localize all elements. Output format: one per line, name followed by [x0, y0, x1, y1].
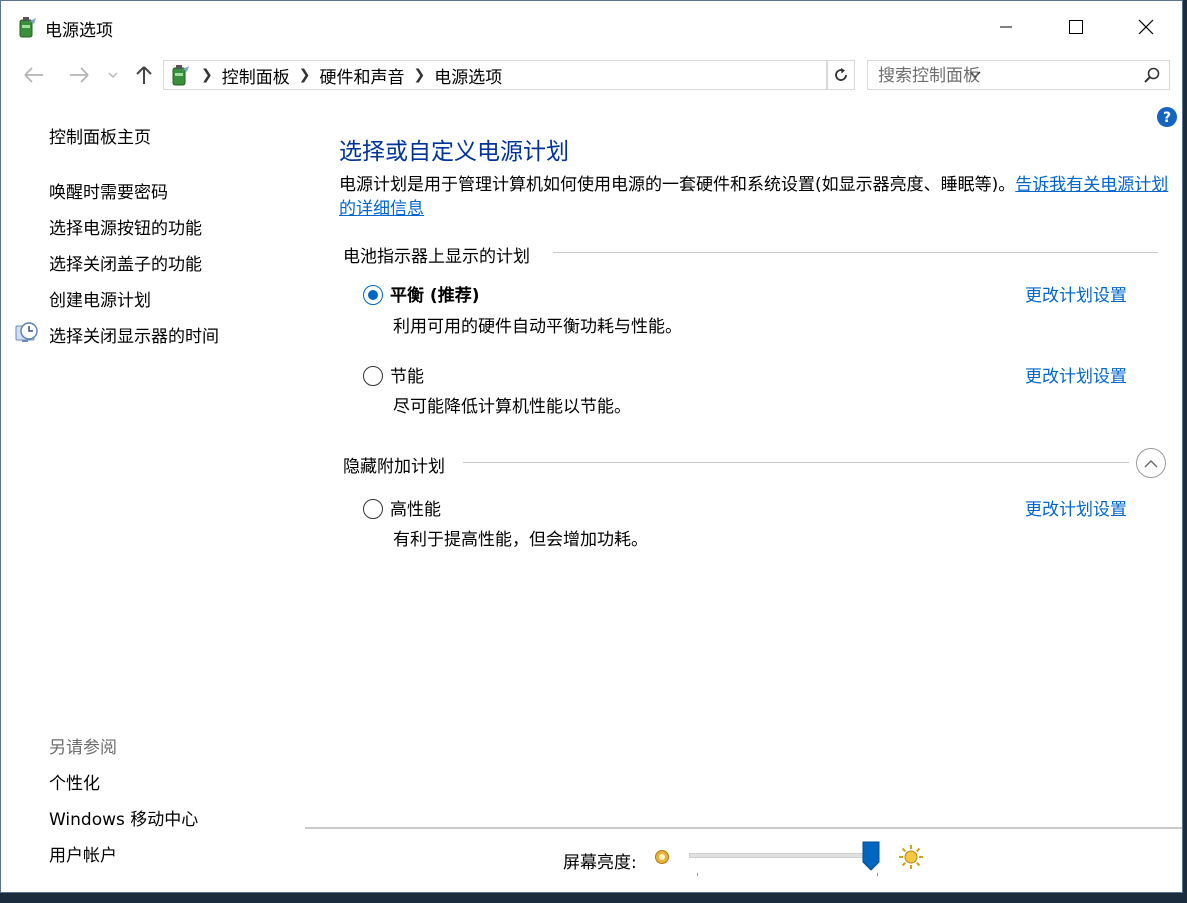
slider-tick: [877, 873, 878, 876]
plan-power-saver-radio[interactable]: [363, 366, 383, 386]
refresh-icon: [835, 68, 847, 81]
divider: [463, 462, 1129, 463]
control-panel-icon: [172, 65, 189, 86]
chevron-right-icon[interactable]: ❯: [299, 67, 311, 83]
brightness-slider-thumb[interactable]: [862, 841, 880, 871]
brightness-high-icon: [899, 845, 923, 869]
plan-power-saver-desc: 尽可能降低计算机性能以节能。: [393, 397, 631, 417]
brightness-slider-track[interactable]: [689, 853, 879, 858]
plan-power-saver-name[interactable]: 节能: [390, 362, 424, 387]
close-button[interactable]: [1111, 1, 1181, 53]
page-title: 选择或自定义电源计划: [339, 139, 569, 165]
description-text: 电源计划是用于管理计算机如何使用电源的一套硬件和系统设置(如显示器亮度、睡眠等)…: [339, 175, 1016, 195]
recent-locations-button[interactable]: [105, 63, 121, 87]
plan-high-performance-change-link[interactable]: 更改计划设置: [1025, 495, 1127, 520]
plan-high-performance-name[interactable]: 高性能: [390, 495, 441, 520]
back-button[interactable]: [21, 63, 47, 87]
arrow-up-icon: [136, 66, 152, 84]
search-box[interactable]: [867, 60, 1170, 91]
arrow-right-icon: [70, 67, 89, 83]
sidebar-item-create-plan[interactable]: 创建电源计划: [49, 286, 151, 311]
chevron-right-icon[interactable]: ❯: [413, 67, 425, 83]
brightness-label: 屏幕亮度:: [563, 853, 637, 873]
plan-balanced-radio[interactable]: [363, 285, 383, 305]
sidebar-item-home[interactable]: 控制面板主页: [49, 123, 151, 148]
breadcrumb-power-options[interactable]: 电源选项: [434, 63, 502, 88]
see-also-heading: 另请参阅: [49, 738, 117, 758]
chevron-right-icon: ❯: [201, 67, 213, 83]
address-bar[interactable]: ❯ 控制面板 ❯ 硬件和声音 ❯ 电源选项: [163, 60, 981, 90]
close-icon: [1138, 19, 1154, 35]
plan-balanced-change-link[interactable]: 更改计划设置: [1025, 281, 1127, 306]
arrow-left-icon: [24, 67, 43, 83]
brightness-low-icon: [655, 850, 669, 864]
sidebar-item-display-off[interactable]: 选择关闭显示器的时间: [49, 322, 219, 347]
slider-tick: [697, 873, 698, 876]
power-options-window: 电源选项 ❯ 控制面板 ❯ 硬件和声音 ❯ 电源选项 搜索控制面板 控制面板主页…: [0, 0, 1183, 893]
see-also-mobility-center[interactable]: Windows 移动中心: [49, 805, 198, 830]
title-bar: 电源选项: [1, 1, 1182, 53]
page-description: 电源计划是用于管理计算机如何使用电源的一套硬件和系统设置(如显示器亮度、睡眠等)…: [339, 173, 1169, 221]
collapse-hidden-plans-button[interactable]: [1136, 448, 1166, 478]
maximize-icon: [1069, 20, 1083, 34]
monitor-clock-icon: [15, 322, 38, 342]
plan-high-performance-desc: 有利于提高性能，但会增加功耗。: [393, 530, 648, 550]
svg-text:?: ?: [1163, 110, 1171, 126]
help-icon[interactable]: ?: [1156, 106, 1178, 128]
search-input[interactable]: [868, 61, 1145, 91]
search-icon[interactable]: [1143, 66, 1161, 84]
up-button[interactable]: [132, 63, 156, 87]
minimize-icon: [1000, 26, 1012, 28]
see-also-personalization[interactable]: 个性化: [49, 769, 100, 794]
minimize-button[interactable]: [971, 1, 1041, 53]
divider: [553, 252, 1158, 253]
forward-button[interactable]: [66, 63, 92, 87]
breadcrumb-control-panel[interactable]: 控制面板: [222, 63, 290, 88]
plan-balanced-desc: 利用可用的硬件自动平衡功耗与性能。: [393, 317, 682, 337]
hidden-plans-heading: 隐藏附加计划: [343, 457, 445, 477]
sidebar-item-lid-close[interactable]: 选择关闭盖子的功能: [49, 250, 202, 275]
plan-power-saver-change-link[interactable]: 更改计划设置: [1025, 362, 1127, 387]
maximize-button[interactable]: [1041, 1, 1111, 53]
power-battery-icon: [19, 17, 36, 38]
battery-plans-heading: 电池指示器上显示的计划: [343, 247, 530, 267]
divider: [305, 827, 1182, 829]
sidebar-item-power-button[interactable]: 选择电源按钮的功能: [49, 214, 202, 239]
see-also-user-accounts[interactable]: 用户帐户: [49, 841, 117, 866]
plan-high-performance-radio[interactable]: [363, 499, 383, 519]
window-title: 电源选项: [45, 21, 113, 41]
refresh-button[interactable]: [827, 60, 855, 90]
plan-balanced-name[interactable]: 平衡 (推荐): [390, 281, 479, 306]
breadcrumb-hardware-sound[interactable]: 硬件和声音: [319, 63, 404, 88]
sidebar-item-wake-password[interactable]: 唤醒时需要密码: [49, 178, 168, 203]
chevron-up-icon: [1144, 459, 1158, 467]
chevron-down-icon: [108, 72, 118, 78]
